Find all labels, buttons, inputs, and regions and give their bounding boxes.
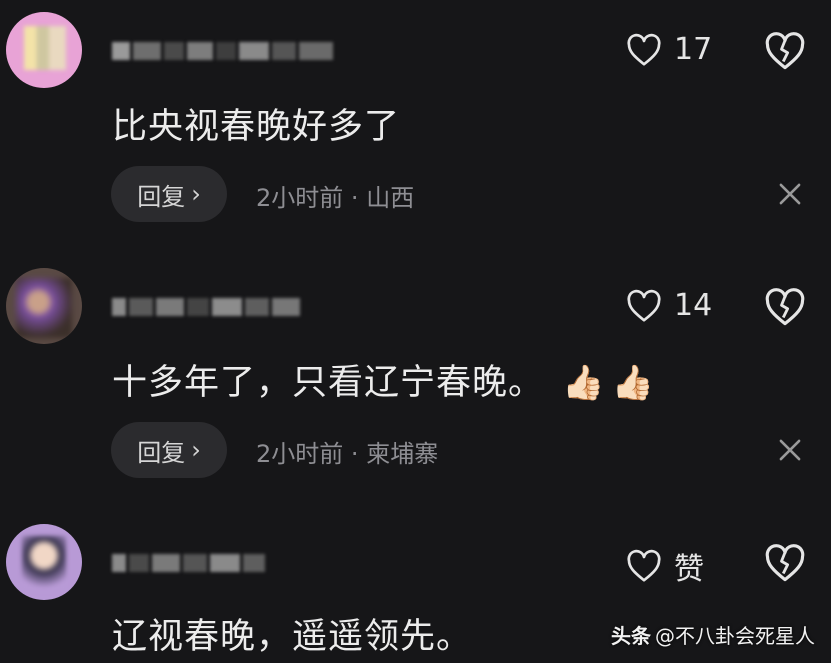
reply-button[interactable]: 回复 › <box>111 422 227 478</box>
heart-outline-icon <box>627 289 661 322</box>
meta-separator: · <box>350 184 359 212</box>
chevron-right-icon: › <box>191 436 201 464</box>
meta-separator: · <box>350 440 359 468</box>
comment-text: 十多年了，只看辽宁春晚。 👍🏻 👍🏻 <box>112 354 655 405</box>
avatar[interactable] <box>6 12 82 88</box>
comment-time: 2小时前 <box>256 440 344 468</box>
chevron-right-icon: › <box>191 180 201 208</box>
watermark-account: @不八卦会死星人 <box>655 624 815 648</box>
heart-outline-icon <box>627 33 661 66</box>
like-label: 赞 <box>674 552 704 587</box>
comment-text-body: 十多年了，只看辽宁春晚。 <box>112 363 545 403</box>
comment-text: 辽视春晚，遥遥领先。 <box>112 617 473 657</box>
thumbs-up-emoji: 👍🏻 <box>611 363 655 403</box>
broken-heart-icon[interactable] <box>764 30 806 72</box>
thumbs-up-emoji: 👍🏻 <box>562 363 606 403</box>
avatar[interactable] <box>6 268 82 344</box>
username-blurred[interactable] <box>112 548 265 578</box>
close-icon[interactable] <box>777 181 803 207</box>
heart-outline-icon <box>627 549 661 582</box>
reply-label: 回复 <box>137 438 186 467</box>
broken-heart-icon[interactable] <box>764 542 806 584</box>
comment-meta: 2小时前 · 山西 <box>256 178 414 213</box>
like-count: 14 <box>674 288 713 323</box>
like-button[interactable]: 14 <box>626 288 712 323</box>
avatar[interactable] <box>6 524 82 600</box>
watermark-brand: 头条 <box>611 624 651 648</box>
comment-location: 柬埔寨 <box>366 440 439 468</box>
comment-location: 山西 <box>366 184 415 212</box>
comment-time: 2小时前 <box>256 184 344 212</box>
watermark: 头条 @不八卦会死星人 <box>611 620 815 649</box>
like-button[interactable]: 17 <box>626 32 712 67</box>
comment-meta: 2小时前 · 柬埔寨 <box>256 434 438 469</box>
username-blurred[interactable] <box>112 36 333 66</box>
comment-text: 比央视春晚好多了 <box>112 107 401 147</box>
reply-label: 回复 <box>137 182 186 211</box>
close-icon[interactable] <box>777 437 803 463</box>
broken-heart-icon[interactable] <box>764 286 806 328</box>
reply-button[interactable]: 回复 › <box>111 166 227 222</box>
username-blurred[interactable] <box>112 292 300 322</box>
like-button[interactable]: 赞 <box>626 544 704 588</box>
like-count: 17 <box>674 32 713 67</box>
